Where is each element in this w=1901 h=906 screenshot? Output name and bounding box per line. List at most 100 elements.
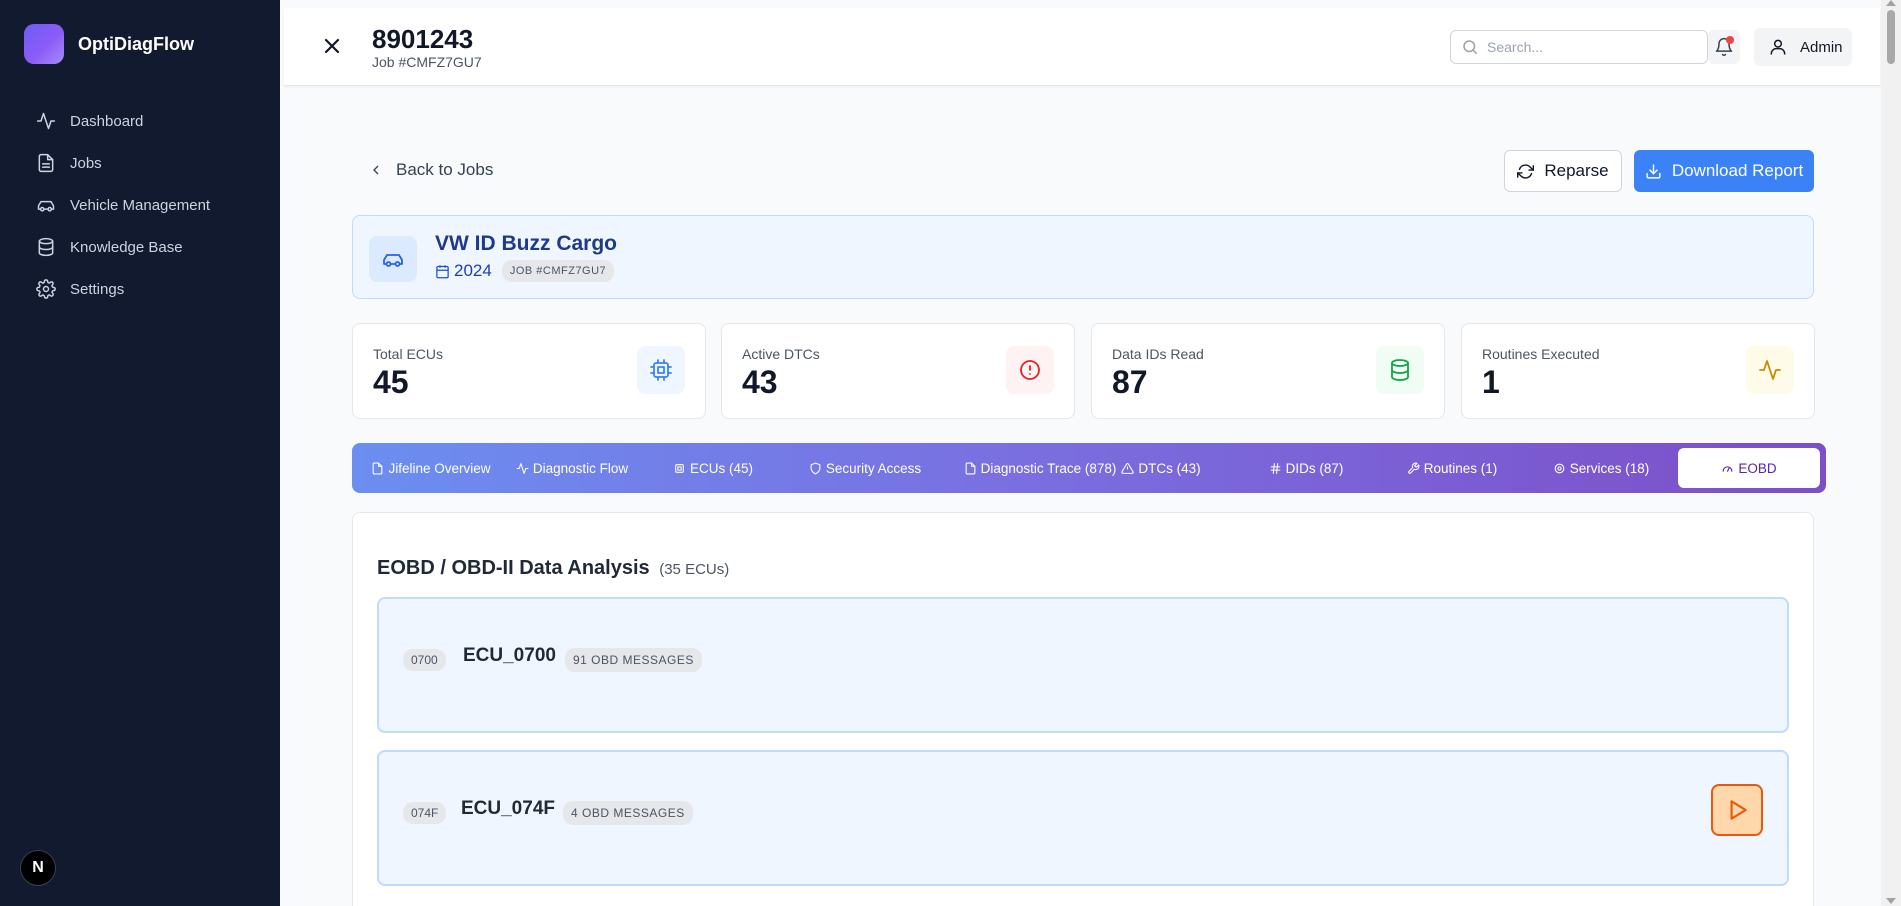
job-tag-badge: JOB #CMFZ7GU7: [501, 260, 615, 282]
brand[interactable]: OptiDiagFlow: [0, 0, 280, 88]
gauge-icon: [1722, 465, 1733, 472]
chevron-left-icon: [373, 165, 379, 175]
ecu-name: ECU_074F: [461, 798, 555, 819]
tab-dids[interactable]: DIDs (87): [1264, 448, 1348, 488]
activity-icon: [36, 112, 56, 130]
reparse-label: Reparse: [1544, 161, 1609, 180]
brand-name: OptiDiagFlow: [78, 33, 194, 54]
sidebar-item-dashboard[interactable]: Dashboard: [0, 100, 280, 142]
tab-ecus[interactable]: ECUs (45): [668, 448, 758, 488]
sidebar-item-jobs[interactable]: Jobs: [0, 142, 280, 184]
gear-icon: [1554, 463, 1565, 473]
sidebar-item-vehicle-management[interactable]: Vehicle Management: [0, 184, 280, 226]
close-button[interactable]: [320, 34, 344, 58]
sidebar-item-label: Knowledge Base: [70, 238, 183, 256]
brand-logo: [24, 24, 64, 64]
ecu-card[interactable]: 074F ECU_074F 4 OBD MESSAGES: [377, 750, 1789, 886]
sidebar-item-knowledge-base[interactable]: Knowledge Base: [0, 226, 280, 268]
top-header: 8901243 Job #CMFZ7GU7 Admin: [284, 8, 1880, 86]
page-title: 8901243: [372, 24, 474, 54]
tab-routines[interactable]: Routines (1): [1402, 448, 1502, 488]
activity-icon: [516, 462, 529, 474]
ecu-address-badge: 0700: [403, 649, 446, 671]
user-name: Admin: [1800, 38, 1843, 56]
scrollbar-thumb[interactable]: [1887, 10, 1895, 64]
tab-services[interactable]: Services (18): [1546, 448, 1656, 488]
eobd-panel: EOBD / OBD-II Data Analysis (35 ECUs) 07…: [352, 512, 1814, 906]
ecu-message-count: 91 OBD MESSAGES: [565, 648, 702, 672]
reparse-button[interactable]: Reparse: [1504, 150, 1622, 192]
warning-icon: [1121, 462, 1135, 474]
sidebar-item-label: Settings: [70, 280, 125, 298]
notifications-button[interactable]: [1708, 30, 1740, 64]
tab-security-access[interactable]: Security Access: [804, 448, 926, 488]
sidebar-item-label: Jobs: [70, 154, 102, 172]
tab-label: DTCs (43): [1138, 460, 1201, 476]
tab-label: DIDs (87): [1285, 460, 1344, 476]
tab-label: Services (18): [1569, 460, 1650, 476]
file-icon: [965, 462, 975, 474]
stat-value: 45: [373, 364, 409, 400]
notification-dot: [1726, 36, 1734, 44]
sidebar-item-label: Vehicle Management: [70, 196, 211, 214]
vehicle-year: 2024: [454, 261, 492, 280]
ecu-card[interactable]: 0700 ECU_0700 91 OBD MESSAGES: [377, 597, 1789, 733]
stat-value: 87: [1112, 364, 1148, 400]
wrench-icon: [1407, 462, 1420, 474]
download-report-button[interactable]: Download Report: [1634, 150, 1814, 192]
back-link-label: Back to Jobs: [396, 160, 494, 179]
play-button[interactable]: [1711, 784, 1763, 836]
back-to-jobs-link[interactable]: Back to Jobs: [368, 160, 493, 180]
chip-icon: [637, 346, 685, 394]
tab-label: Routines (1): [1423, 460, 1498, 476]
tab-label: Diagnostic Flow: [532, 460, 629, 476]
sidebar: OptiDiagFlow Dashboard Jobs Vehicle Mana…: [0, 0, 280, 906]
refresh-icon: [1517, 163, 1535, 179]
stat-label: Routines Executed: [1482, 346, 1600, 362]
activity-icon: [1746, 346, 1794, 394]
tab-diagnostic-flow[interactable]: Diagnostic Flow: [512, 448, 632, 488]
download-label: Download Report: [1671, 161, 1804, 180]
tab-label: Diagnostic Trace (878): [980, 460, 1117, 476]
download-icon: [1646, 163, 1661, 179]
tab-label: Jifeline Overview: [388, 460, 491, 476]
tab-eobd[interactable]: EOBD: [1678, 448, 1820, 488]
file-icon: [38, 153, 54, 173]
vehicle-name: VW ID Buzz Cargo: [435, 232, 617, 255]
car-icon: [37, 200, 55, 212]
sidebar-nav: Dashboard Jobs Vehicle Management Knowle…: [0, 100, 280, 310]
sidebar-item-settings[interactable]: Settings: [0, 268, 280, 310]
tab-dtcs[interactable]: DTCs (43): [1116, 448, 1206, 488]
search-input[interactable]: [1487, 39, 1687, 55]
database-icon: [38, 237, 54, 257]
stat-label: Active DTCs: [742, 346, 820, 362]
calendar-icon: [436, 264, 449, 278]
play-icon: [1730, 800, 1747, 820]
stat-label: Total ECUs: [373, 346, 444, 362]
stat-label: Data IDs Read: [1112, 346, 1204, 362]
tab-diagnostic-trace[interactable]: Diagnostic Trace (878): [962, 448, 1118, 488]
ecu-address-badge: 074F: [403, 802, 447, 824]
close-icon: [324, 38, 340, 54]
app-root: OptiDiagFlow Dashboard Jobs Vehicle Mana…: [0, 0, 1901, 906]
database-icon: [1376, 346, 1424, 394]
vehicle-meta: 2024 JOB #CMFZ7GU7: [435, 260, 615, 282]
hash-icon: [1270, 462, 1280, 474]
scroll-up-arrow[interactable]: [1886, 0, 1896, 6]
ecu-name: ECU_0700: [463, 645, 556, 666]
alert-circle-icon: [1006, 346, 1054, 394]
stat-card-total-ecus: Total ECUs 45: [352, 323, 706, 419]
shield-icon: [810, 462, 821, 474]
framework-badge[interactable]: N: [20, 850, 56, 886]
stat-card-active-dtcs: Active DTCs 43: [721, 323, 1075, 419]
tab-label: EOBD: [1738, 460, 1777, 476]
eobd-subtitle: (35 ECUs): [659, 561, 730, 578]
page-subtitle: Job #CMFZ7GU7: [372, 54, 482, 70]
panel-title: EOBD / OBD-II Data Analysis (35 ECUs): [377, 557, 729, 580]
tab-label: Security Access: [825, 460, 922, 476]
scroll-down-arrow[interactable]: [1886, 898, 1896, 904]
file-icon: [373, 462, 383, 474]
tab-jifeline-overview[interactable]: Jifeline Overview: [366, 448, 496, 488]
scrollbar[interactable]: [1881, 0, 1901, 906]
user-menu-button[interactable]: Admin: [1754, 28, 1852, 66]
